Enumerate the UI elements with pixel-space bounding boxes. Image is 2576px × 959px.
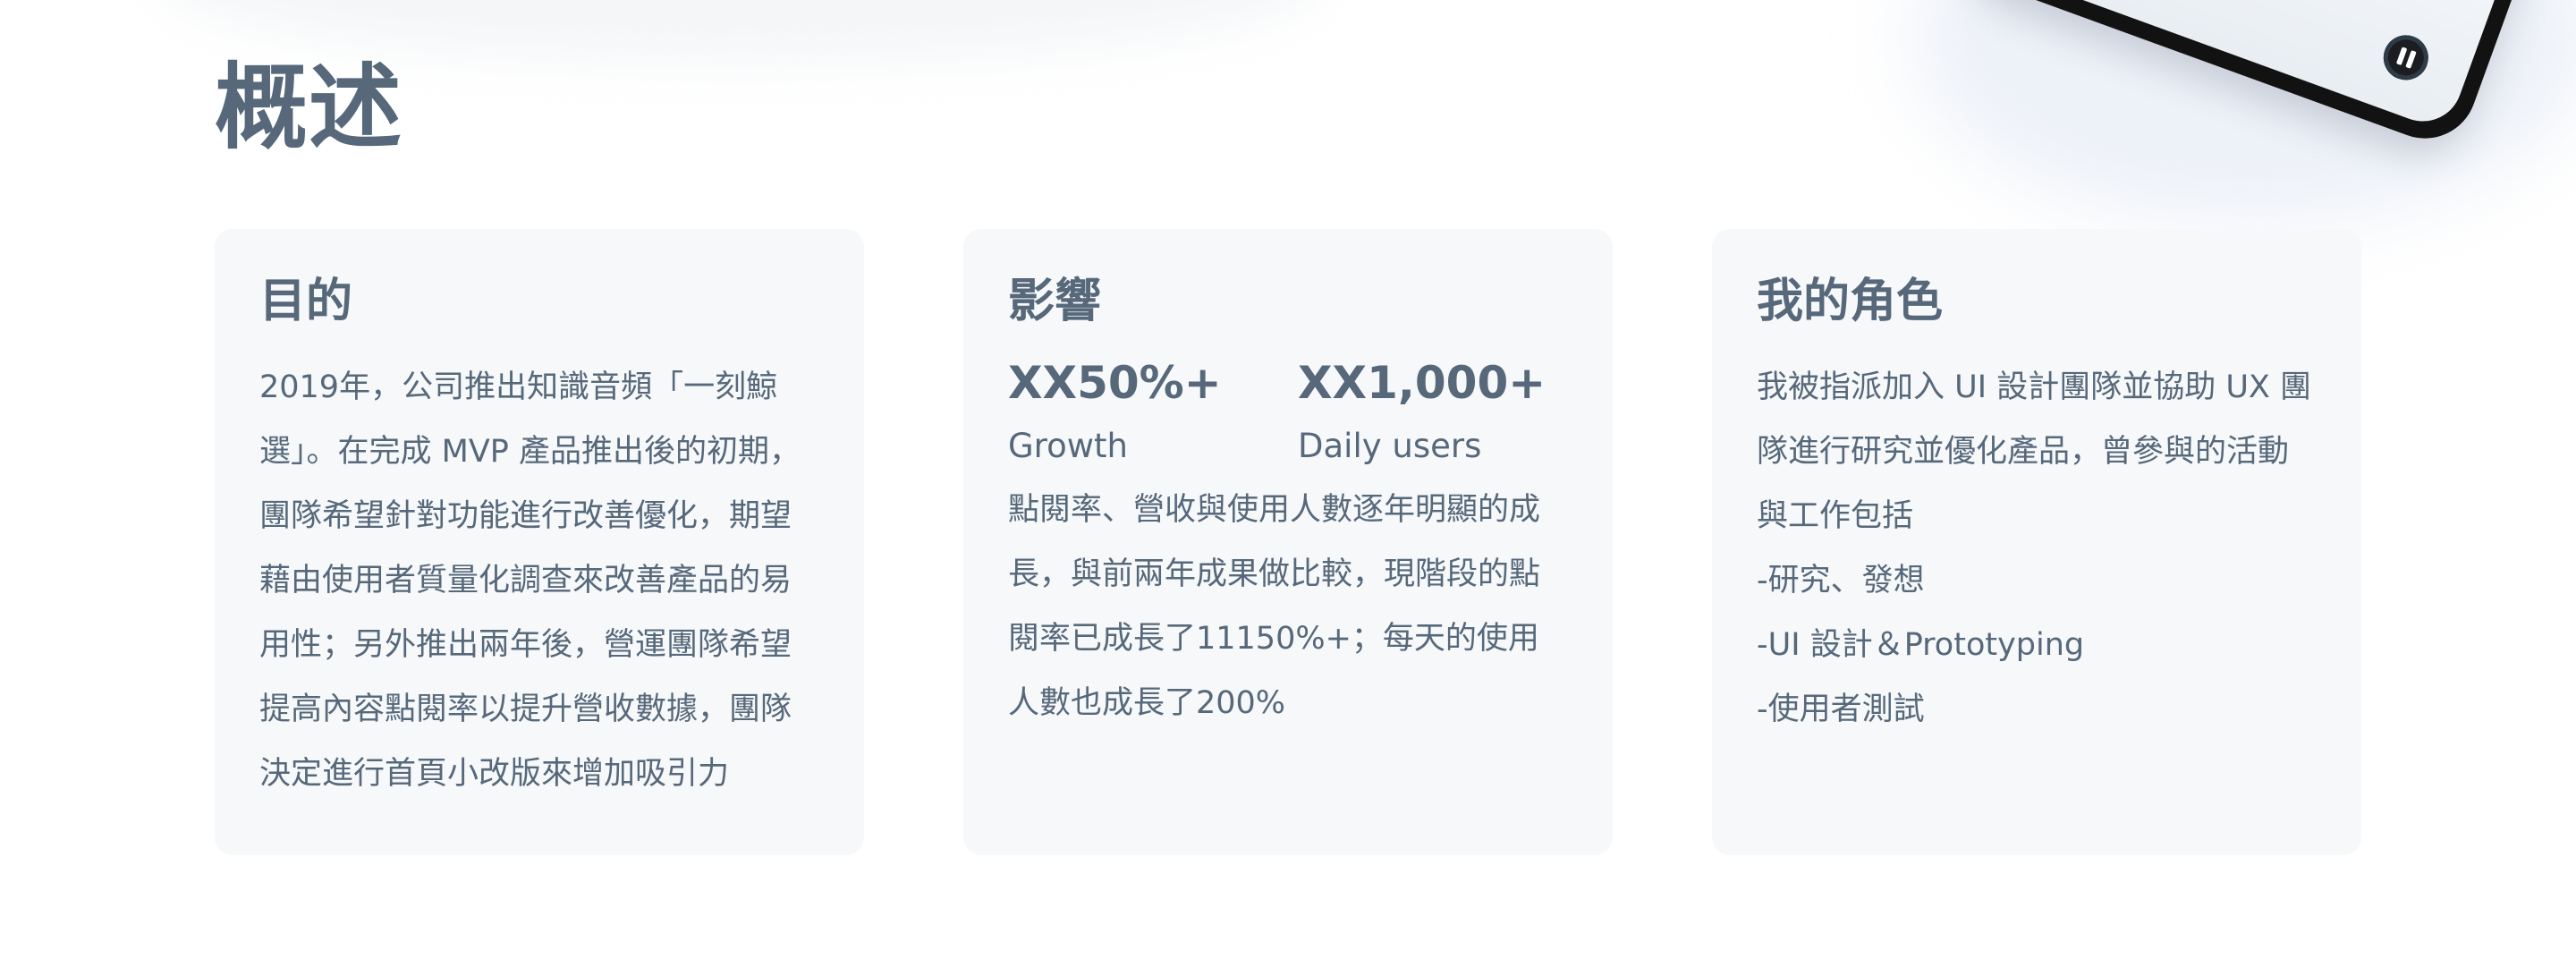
growth-metric: XX50%+ Growth xyxy=(1008,355,1228,466)
role-card: 我的角色 我被指派加入 UI 設計團隊並協助 UX 團隊進行研究並優化產品，曾參… xyxy=(1712,229,2361,855)
role-intro: 我被指派加入 UI 設計團隊並協助 UX 團隊進行研究並優化產品，曾參與的活動與… xyxy=(1757,369,2312,535)
daily-users-metric: XX1,000+ Daily users xyxy=(1298,355,1546,466)
impact-body: 點閱率、營收與使用人數逐年明顯的成長，與前兩年成果做比較，現階段的點閱率已成長了… xyxy=(1008,491,1541,721)
pause-icon xyxy=(2377,29,2435,87)
role-title: 我的角色 xyxy=(1757,275,1944,328)
daily-users-value: XX1,000+ xyxy=(1298,357,1546,410)
impact-card: 影響 XX50%+ Growth XX1,000+ Daily users 點閱… xyxy=(963,229,1613,855)
purpose-card: 目的 2019年，公司推出知識音頻「一刻鯨選」。在完成 MVP 產品推出後的初期… xyxy=(215,229,864,855)
growth-value: XX50%+ xyxy=(1008,357,1222,410)
daily-users-label: Daily users xyxy=(1298,427,1482,466)
impact-title: 影響 xyxy=(1008,275,1102,328)
role-item-user-testing: -使用者測試 xyxy=(1757,692,1925,728)
impact-metrics: XX50%+ Growth XX1,000+ Daily users xyxy=(1008,355,1568,466)
purpose-title: 目的 xyxy=(259,275,353,328)
growth-label: Growth xyxy=(1008,427,1128,466)
role-item-ui-design: -UI 設計＆Prototyping xyxy=(1757,627,2085,664)
page-title: 概述 xyxy=(215,53,403,162)
purpose-body: 2019年，公司推出知識音頻「一刻鯨選」。在完成 MVP 產品推出後的初期，團隊… xyxy=(259,369,801,793)
role-item-research: -研究、發想 xyxy=(1757,563,1925,599)
